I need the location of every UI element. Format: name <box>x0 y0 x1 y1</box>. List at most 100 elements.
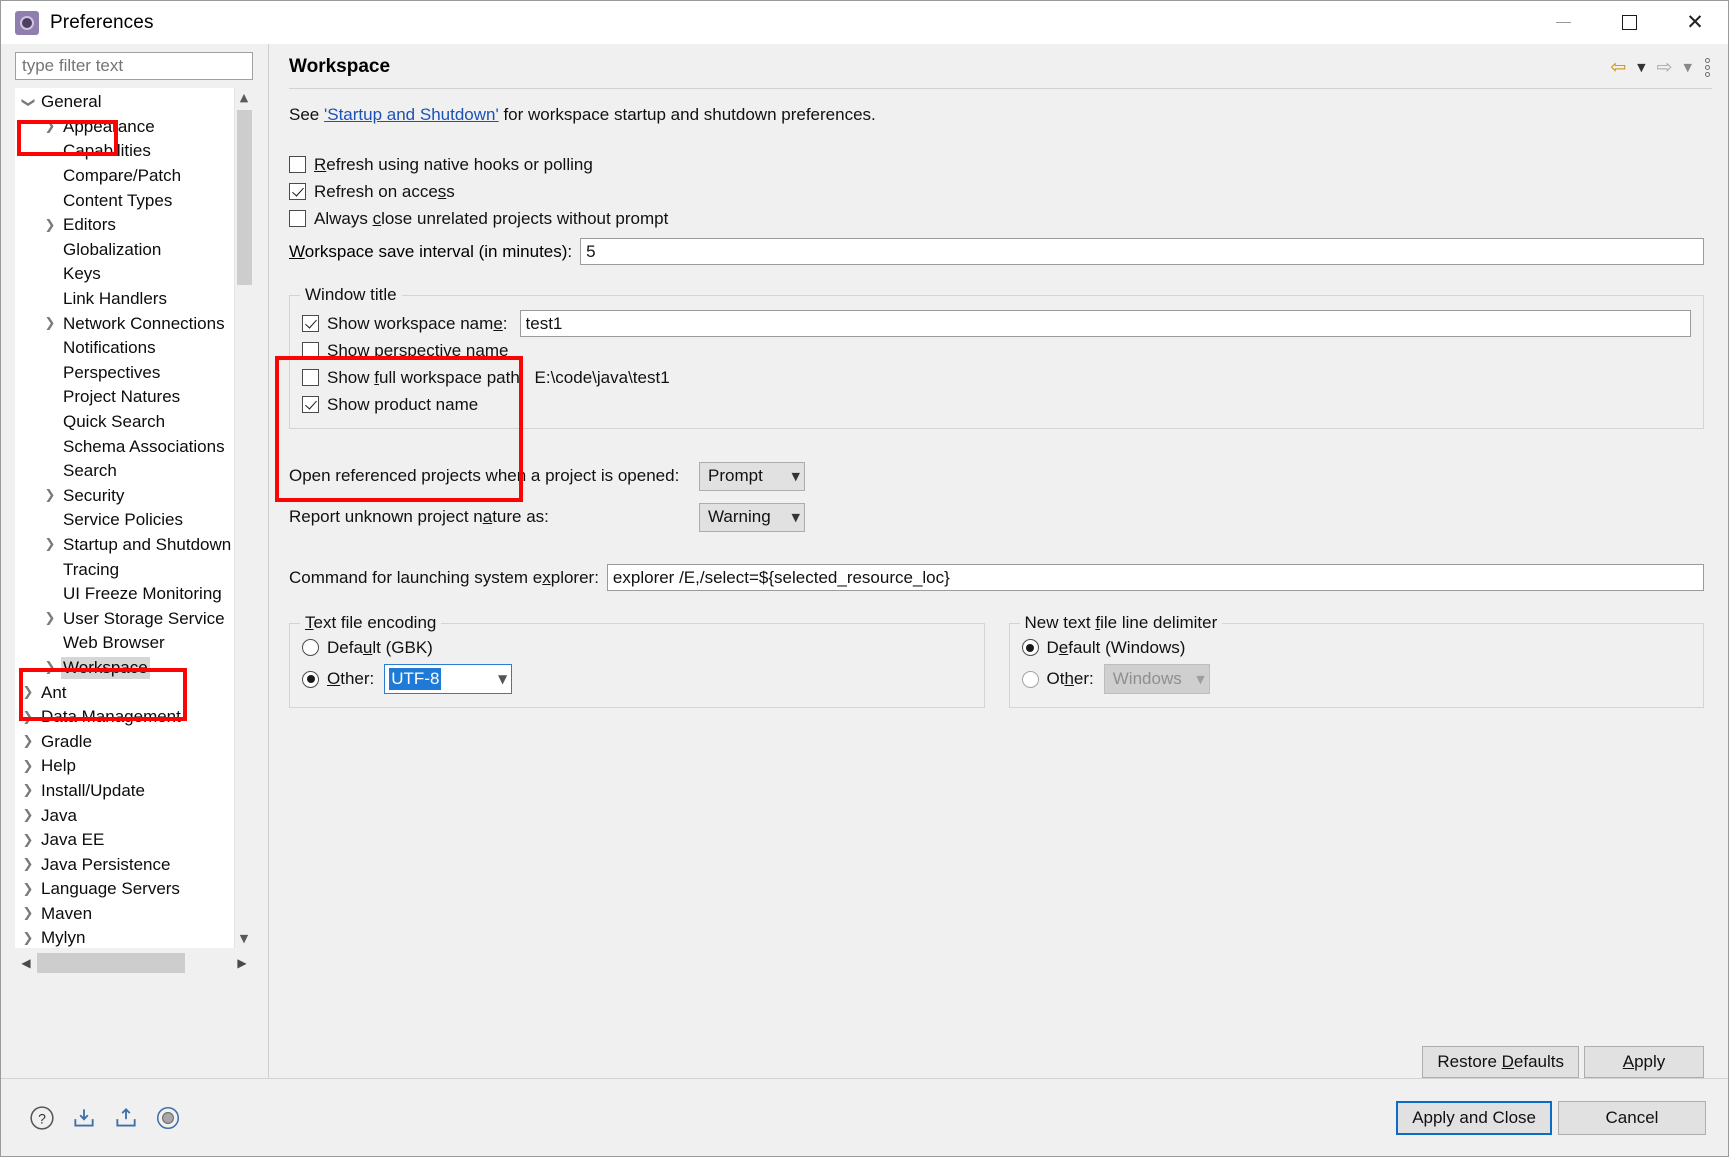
chevron-right-icon[interactable]: ❯ <box>17 931 39 946</box>
open-referenced-combo[interactable]: Prompt ▼ <box>699 461 805 491</box>
sidebar-item-notifications[interactable]: Notifications <box>15 336 234 361</box>
about-circle-icon[interactable] <box>155 1105 181 1131</box>
chevron-down-icon[interactable]: ❯ <box>21 91 36 113</box>
checkbox-show-perspective-name[interactable] <box>302 342 319 359</box>
row-show-full-workspace-path[interactable]: Show full workspace path: E:\code\java\t… <box>302 364 1691 391</box>
sidebar-item-quick-search[interactable]: Quick Search <box>15 410 234 435</box>
sidebar-item-java[interactable]: ❯ Java <box>15 803 234 828</box>
restore-defaults-button[interactable]: Restore Defaults <box>1422 1046 1579 1078</box>
chevron-right-icon[interactable]: ❯ <box>17 783 39 798</box>
sidebar-item-web-browser[interactable]: Web Browser <box>15 631 234 656</box>
sidebar-item-ant[interactable]: ❯ Ant <box>15 680 234 705</box>
sidebar-item-appearance[interactable]: ❯ Appearance <box>15 115 234 140</box>
chevron-left-icon[interactable]: ◀ <box>15 951 37 975</box>
sidebar-item-data-management[interactable]: ❯ Data Management <box>15 705 234 730</box>
chevron-right-icon[interactable]: ❯ <box>17 734 39 749</box>
sidebar-item-service-policies[interactable]: Service Policies <box>15 508 234 533</box>
sidebar-item-ui-freeze-monitoring[interactable]: UI Freeze Monitoring <box>15 582 234 607</box>
checkbox-show-product-name[interactable] <box>302 396 319 413</box>
sidebar-item-capabilities[interactable]: Capabilities <box>15 139 234 164</box>
vertical-dots-icon[interactable] <box>1705 58 1710 77</box>
sidebar-item-java-ee[interactable]: ❯ Java EE <box>15 828 234 853</box>
checkbox-row-refresh-native[interactable]: Refresh using native hooks or polling <box>289 151 1704 178</box>
command-explorer-input[interactable] <box>606 564 1704 591</box>
sidebar-item-install-update[interactable]: ❯ Install/Update <box>15 779 234 804</box>
sidebar-item-keys[interactable]: Keys <box>15 262 234 287</box>
sidebar-item-mylyn[interactable]: ❯ Mylyn <box>15 926 234 948</box>
forward-menu-caret-down-icon[interactable]: ▼ <box>1684 61 1692 74</box>
sidebar-item-project-natures[interactable]: Project Natures <box>15 385 234 410</box>
radio-delimiter-other[interactable] <box>1021 670 1039 688</box>
chevron-right-icon[interactable]: ❯ <box>39 537 61 552</box>
close-button[interactable]: ✕ <box>1662 1 1728 44</box>
chevron-right-icon[interactable]: ❯ <box>39 119 61 134</box>
sidebar-item-network-connections[interactable]: ❯ Network Connections <box>15 311 234 336</box>
row-delimiter-other[interactable]: Other: Windows ▼ <box>1021 661 1692 697</box>
forward-arrow-icon[interactable]: ⇨ <box>1657 58 1673 77</box>
chevron-right-icon[interactable]: ❯ <box>17 906 39 921</box>
sidebar-item-schema-associations[interactable]: Schema Associations <box>15 434 234 459</box>
row-encoding-other[interactable]: Other: UTF-8 ▼ <box>302 661 972 697</box>
workspace-name-input[interactable] <box>519 310 1691 337</box>
minimize-button[interactable] <box>1530 1 1596 44</box>
scrollbar-thumb[interactable] <box>237 110 252 285</box>
checkbox-close-unrelated[interactable] <box>289 210 306 227</box>
chevron-up-icon[interactable]: ▲ <box>235 88 254 107</box>
chevron-right-icon[interactable]: ❯ <box>17 759 39 774</box>
radio-encoding-default[interactable] <box>302 639 319 656</box>
sidebar-item-maven[interactable]: ❯ Maven <box>15 902 234 927</box>
filter-input[interactable] <box>15 52 253 80</box>
sidebar-item-editors[interactable]: ❯ Editors <box>15 213 234 238</box>
sidebar-item-security[interactable]: ❯ Security <box>15 484 234 509</box>
chevron-right-icon[interactable]: ❯ <box>39 316 61 331</box>
maximize-button[interactable] <box>1596 1 1662 44</box>
preferences-tree[interactable]: ❯ General ❯ Appearance Capabilities Compare/P… <box>15 88 234 948</box>
sidebar-item-general[interactable]: ❯ General <box>15 90 234 115</box>
sidebar-item-content-types[interactable]: Content Types <box>15 188 234 213</box>
cancel-button[interactable]: Cancel <box>1558 1100 1706 1135</box>
startup-and-shutdown-link[interactable]: 'Startup and Shutdown' <box>324 105 499 124</box>
tree-horizontal-scrollbar[interactable]: ◀ ▶ <box>15 951 253 975</box>
export-icon[interactable] <box>113 1105 139 1131</box>
sidebar-item-help[interactable]: ❯ Help <box>15 754 234 779</box>
apply-and-close-button[interactable]: Apply and Close <box>1396 1100 1552 1135</box>
sidebar-item-link-handlers[interactable]: Link Handlers <box>15 287 234 312</box>
radio-encoding-other[interactable] <box>302 670 319 688</box>
chevron-right-icon[interactable]: ❯ <box>39 660 61 675</box>
back-menu-caret-down-icon[interactable]: ▼ <box>1637 61 1645 74</box>
sidebar-item-workspace[interactable]: ❯ Workspace <box>15 656 234 681</box>
checkbox-refresh-on-access[interactable] <box>289 183 306 200</box>
save-interval-input[interactable] <box>580 238 1704 265</box>
row-show-product-name[interactable]: Show product name <box>302 391 1691 418</box>
checkbox-show-full-workspace-path[interactable] <box>302 369 319 386</box>
chevron-right-icon[interactable]: ❯ <box>17 882 39 897</box>
sidebar-item-perspectives[interactable]: Perspectives <box>15 361 234 386</box>
chevron-right-icon[interactable]: ❯ <box>39 218 61 233</box>
chevron-right-icon[interactable]: ❯ <box>17 857 39 872</box>
radio-delimiter-default[interactable] <box>1021 639 1039 656</box>
encoding-other-combo[interactable]: UTF-8 ▼ <box>384 664 513 694</box>
row-show-perspective-name[interactable]: Show perspective name <box>302 337 1691 364</box>
sidebar-item-language-servers[interactable]: ❯ Language Servers <box>15 877 234 902</box>
chevron-right-icon[interactable]: ❯ <box>39 611 61 626</box>
tree-vertical-scrollbar[interactable]: ▲ ▼ <box>234 88 253 948</box>
checkbox-show-workspace-name[interactable] <box>302 315 319 332</box>
chevron-right-icon[interactable]: ▶ <box>231 951 253 975</box>
sidebar-item-search[interactable]: Search <box>15 459 234 484</box>
chevron-right-icon[interactable]: ❯ <box>17 710 39 725</box>
checkbox-row-refresh-on-access[interactable]: Refresh on access <box>289 178 1704 205</box>
chevron-right-icon[interactable]: ❯ <box>17 833 39 848</box>
sidebar-item-java-persistence[interactable]: ❯ Java Persistence <box>15 852 234 877</box>
back-arrow-icon[interactable]: ⇦ <box>1610 58 1626 77</box>
help-question-icon[interactable]: ? <box>29 1105 55 1131</box>
report-nature-combo[interactable]: Warning ▼ <box>699 502 805 532</box>
sidebar-item-compare-patch[interactable]: Compare/Patch <box>15 164 234 189</box>
row-delimiter-default[interactable]: Default (Windows) <box>1021 634 1692 661</box>
import-icon[interactable] <box>71 1105 97 1131</box>
chevron-down-icon[interactable]: ▼ <box>235 929 254 948</box>
sidebar-item-globalization[interactable]: Globalization <box>15 238 234 263</box>
checkbox-refresh-native[interactable] <box>289 156 306 173</box>
hscroll-thumb[interactable] <box>37 953 185 973</box>
chevron-right-icon[interactable]: ❯ <box>17 808 39 823</box>
sidebar-item-user-storage-service[interactable]: ❯ User Storage Service <box>15 606 234 631</box>
